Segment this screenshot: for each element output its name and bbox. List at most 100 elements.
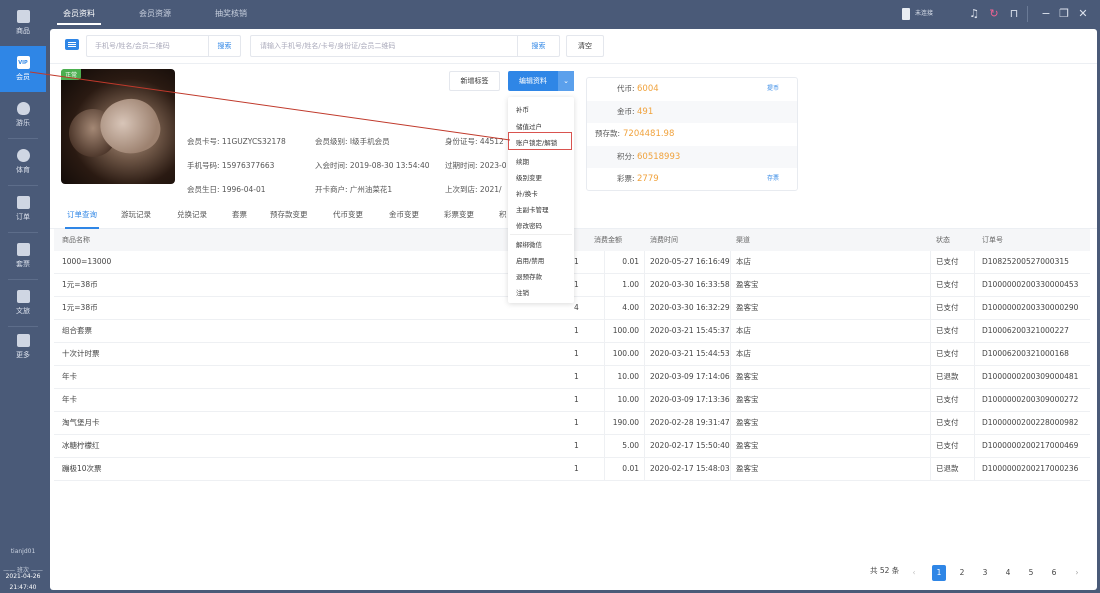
tab-gold-change[interactable]: 金币变更 <box>389 205 419 225</box>
lock-icon[interactable]: ⊓ <box>1008 8 1020 20</box>
dropdown-item-card-manage[interactable]: 主副卡管理 <box>516 204 549 214</box>
wallet-value: 60518993 <box>637 151 681 162</box>
dropdown-item-cancel-account[interactable]: 注销 <box>516 287 529 297</box>
cell-order-no: D1000000200309000481 <box>982 372 1079 381</box>
menu-icon[interactable] <box>65 39 79 50</box>
sidebar-item-label: 套票 <box>16 260 30 268</box>
dropdown-item-transfer-balance[interactable]: 储值过户 <box>516 121 542 131</box>
member-search-button[interactable]: 搜索 <box>517 36 559 56</box>
table-row[interactable]: 冰糖柠檬红 1 5.00 2020-02-17 15:50:40 盈客宝 已支付 D1000… <box>54 435 1090 458</box>
tab-lottery-verify[interactable]: 抽奖核销 <box>215 0 247 28</box>
sidebar-item-ticket[interactable]: 套票 <box>0 233 46 279</box>
close-icon[interactable]: ✕ <box>1077 8 1089 20</box>
bell-icon[interactable]: ♫ <box>968 8 980 20</box>
add-tag-button[interactable]: 新增标签 <box>449 71 500 91</box>
column-divider <box>644 412 645 434</box>
table-row[interactable]: 年卡 1 10.00 2020-03-09 17:14:06 盈客宝 已退款 D100000… <box>54 366 1090 389</box>
dropdown-item-level-change[interactable]: 级别变更 <box>516 172 542 182</box>
page-4[interactable]: 4 <box>1001 565 1015 581</box>
column-divider <box>930 251 931 273</box>
edit-profile-button[interactable]: 编辑资料 ⌄ <box>508 71 574 91</box>
cell-qty: 4 <box>574 303 579 312</box>
id-field: 身份证号: 44512 <box>445 136 504 147</box>
tab-deposit-change[interactable]: 预存款变更 <box>270 205 308 225</box>
page-2[interactable]: 2 <box>955 565 969 581</box>
chevron-down-icon[interactable]: ⌄ <box>558 71 574 91</box>
sidebar-item-order[interactable]: 订单 <box>0 186 46 232</box>
cell-name: 1元=38币 <box>62 280 98 289</box>
column-divider <box>930 343 931 365</box>
cell-status: 已支付 <box>936 326 959 335</box>
deposit-ticket-link[interactable]: 存票 <box>767 168 779 191</box>
sidebar-item-more[interactable]: 更多 <box>0 324 46 370</box>
column-divider <box>604 435 605 457</box>
column-divider <box>730 435 731 457</box>
dropdown-item-replace-card[interactable]: 补/换卡 <box>516 188 538 198</box>
tab-package[interactable]: 套票 <box>232 205 247 225</box>
column-divider <box>644 435 645 457</box>
wallet-row-token: 代币: 6004 提币 <box>587 78 797 101</box>
tab-play-record[interactable]: 游玩记录 <box>121 205 151 225</box>
clear-button[interactable]: 清空 <box>566 35 604 57</box>
tab-member-resource[interactable]: 会员资源 <box>139 0 171 28</box>
level-value: I级手机会员 <box>349 137 390 146</box>
sidebar-item-member[interactable]: VIP 会员 <box>0 46 46 92</box>
id-value: 44512 <box>479 137 504 146</box>
refresh-icon[interactable]: ↻ <box>988 8 1000 20</box>
sidebar-item-sports[interactable]: 体育 <box>0 139 46 185</box>
device-icon <box>902 8 910 20</box>
cell-name: 冰糖柠檬红 <box>62 441 100 450</box>
dropdown-item-renew[interactable]: 续期 <box>516 156 529 166</box>
column-divider <box>604 343 605 365</box>
dropdown-item-unbind-wechat[interactable]: 解绑微信 <box>516 239 542 249</box>
tab-exchange-record[interactable]: 兑换记录 <box>177 205 207 225</box>
quick-search-button[interactable]: 搜索 <box>208 36 240 56</box>
cell-name: 组合套票 <box>62 326 92 335</box>
table-row[interactable]: 组合套票 1 100.00 2020-03-21 15:45:37 本店 已支付 D1000… <box>54 320 1090 343</box>
page-1[interactable]: 1 <box>932 565 946 581</box>
sidebar-item-amusement[interactable]: 游乐 <box>0 92 46 138</box>
cell-amount: 1.00 <box>622 280 639 289</box>
restore-icon[interactable]: ❐ <box>1058 8 1070 20</box>
tab-order-query[interactable]: 订单查询 <box>65 205 99 229</box>
quick-search-input[interactable]: 手机号/姓名/会员二维码 搜索 <box>86 35 241 57</box>
dropdown-item-add-coin[interactable]: 补币 <box>516 104 529 114</box>
column-divider <box>974 320 975 342</box>
birthday-label: 会员生日: <box>187 185 220 194</box>
wallet-value: 2779 <box>637 174 659 185</box>
page-6[interactable]: 6 <box>1047 565 1061 581</box>
page-5[interactable]: 5 <box>1024 565 1038 581</box>
table-row[interactable]: 十次计时票 1 100.00 2020-03-21 15:44:53 本店 已支付 D100… <box>54 343 1090 366</box>
withdraw-coin-link[interactable]: 提币 <box>767 78 779 101</box>
cell-qty: 1 <box>574 372 579 381</box>
dropdown-item-refund-deposit[interactable]: 退预存款 <box>516 271 542 281</box>
cell-time: 2020-02-28 19:31:47 <box>650 418 730 427</box>
minimize-icon[interactable]: − <box>1040 8 1052 20</box>
member-search-input[interactable]: 请输入手机号/姓名/卡号/身份证/会员二维码 搜索 <box>250 35 560 57</box>
sidebar-item-culture[interactable]: 文旅 <box>0 280 46 326</box>
table-row[interactable]: 年卡 1 10.00 2020-03-09 17:13:36 盈客宝 已支付 D100000… <box>54 389 1090 412</box>
balloon-icon <box>16 102 30 115</box>
dropdown-item-change-password[interactable]: 修改密码 <box>516 220 542 230</box>
column-divider <box>644 343 645 365</box>
card-no-value: 11GUZYCS32178 <box>221 137 286 146</box>
table-row[interactable]: 淘气堡月卡 1 190.00 2020-02-28 19:31:47 盈客宝 已支付 D10… <box>54 412 1090 435</box>
tab-lottery-change[interactable]: 彩票变更 <box>444 205 474 225</box>
join-time-field: 入会时间: 2019-08-30 13:54:40 <box>315 160 430 171</box>
cell-amount: 0.01 <box>622 464 639 473</box>
column-divider <box>974 274 975 296</box>
table-row[interactable]: 蹦极10次票 1 0.01 2020-02-17 15:48:03 盈客宝 已退款 D100… <box>54 458 1090 481</box>
column-divider <box>604 297 605 319</box>
prev-page-button[interactable]: ‹ <box>907 565 921 581</box>
tab-points-change[interactable]: 积 <box>499 205 507 225</box>
cell-name: 蹦极10次票 <box>62 464 102 473</box>
cell-channel: 本店 <box>736 326 751 335</box>
tab-token-change[interactable]: 代币变更 <box>333 205 363 225</box>
dropdown-item-enable-disable[interactable]: 启用/禁用 <box>516 255 544 265</box>
next-page-button[interactable]: › <box>1070 565 1084 581</box>
sidebar-item-goods[interactable]: 商品 <box>0 0 46 46</box>
page-3[interactable]: 3 <box>978 565 992 581</box>
cell-order-no: D1000000200228000982 <box>982 418 1079 427</box>
tab-member-profile[interactable]: 会员资料 <box>57 0 101 28</box>
total-count: 共 52 条 <box>870 566 900 575</box>
